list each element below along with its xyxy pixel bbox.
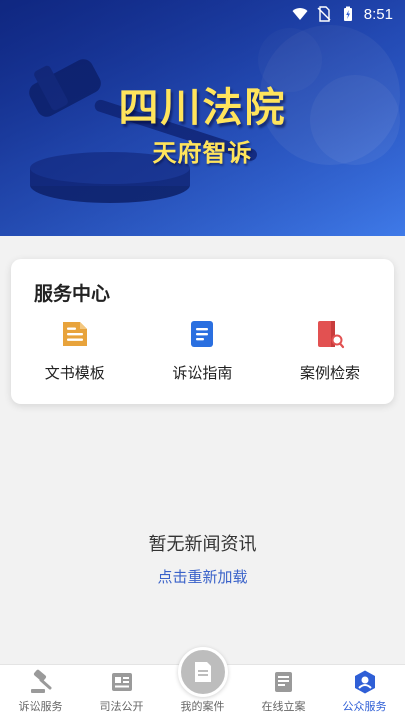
- case-search-icon: [317, 321, 345, 349]
- tab-label: 在线立案: [261, 700, 306, 713]
- guide-book-icon: [191, 321, 214, 347]
- public-service-icon: [354, 670, 375, 694]
- tab-label: 我的案件: [180, 700, 225, 713]
- banner-subtitle: 天府智诉: [152, 139, 253, 167]
- service-center-title: 服务中心: [34, 283, 111, 305]
- my-case-icon: [194, 662, 211, 682]
- news-empty-text: 暂无新闻资讯: [148, 534, 257, 555]
- document-template-icon: [62, 322, 87, 346]
- service-item-document-template[interactable]: 文书模板: [11, 319, 139, 383]
- service-item-label: 案例检索: [299, 364, 360, 382]
- service-item-label: 诉讼指南: [172, 364, 233, 382]
- tab-label: 司法公开: [99, 700, 144, 713]
- battery-icon: [343, 6, 352, 21]
- reload-link[interactable]: 点击重新加载: [0, 566, 405, 587]
- tab-label: 诉讼服务: [18, 700, 63, 713]
- newspaper-icon: [111, 673, 132, 691]
- banner-title: 四川法院: [118, 85, 287, 131]
- tab-label: 公众服务: [342, 700, 387, 713]
- tab-online-filing[interactable]: 在线立案: [243, 665, 324, 720]
- tab-judicial-disclosure[interactable]: 司法公开: [81, 665, 162, 720]
- banner: 四川法院 天府智诉: [0, 0, 405, 236]
- status-bar: 8:51: [0, 0, 405, 28]
- service-center-card: 服务中心 文书模板 诉讼指南 案例检索: [11, 259, 394, 404]
- my-cases-circle: [177, 647, 228, 697]
- gavel-icon: [30, 669, 51, 693]
- tab-public-service[interactable]: 公众服务: [324, 665, 405, 720]
- tab-litigation-service[interactable]: 诉讼服务: [0, 665, 81, 720]
- service-items: 文书模板 诉讼指南 案例检索: [11, 319, 394, 383]
- status-time: 8:51: [363, 5, 393, 23]
- filing-icon: [274, 672, 292, 692]
- wifi-icon: [292, 8, 308, 20]
- bottom-tab-bar: 诉讼服务 司法公开 我的案件 在线立案 公众服务: [0, 647, 405, 720]
- no-sim-icon: [317, 6, 331, 22]
- service-item-case-search[interactable]: 案例检索: [266, 319, 394, 383]
- service-item-label: 文书模板: [44, 364, 105, 382]
- service-item-litigation-guide[interactable]: 诉讼指南: [139, 319, 267, 383]
- tab-my-cases[interactable]: 我的案件: [162, 647, 243, 720]
